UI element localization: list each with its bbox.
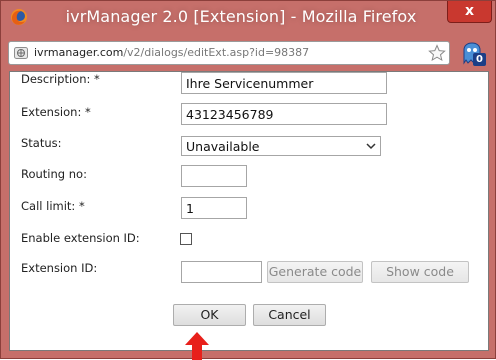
- chevron-down-icon: [366, 143, 376, 150]
- status-label: Status:: [21, 136, 62, 150]
- ok-button[interactable]: OK: [173, 304, 246, 326]
- routing-no-input[interactable]: [181, 165, 247, 187]
- address-bar[interactable]: ivrmanager.com/v2/dialogs/editExt.asp?id…: [8, 41, 450, 65]
- description-input[interactable]: [181, 72, 387, 94]
- extension-required-mark: *: [85, 105, 91, 119]
- url-path: /v2/dialogs/editExt.asp?id=98387: [123, 46, 310, 59]
- status-selected-value: Unavailable: [186, 139, 260, 154]
- call-limit-required-mark: *: [78, 199, 85, 213]
- call-limit-label-text: Call limit:: [21, 199, 76, 213]
- enable-extension-id-checkbox[interactable]: [180, 233, 192, 245]
- extension-id-label: Extension ID:: [21, 261, 98, 275]
- extension-id-input[interactable]: [181, 261, 262, 283]
- url-text: ivrmanager.com/v2/dialogs/editExt.asp?id…: [34, 46, 309, 59]
- description-label: Description: *: [21, 72, 100, 86]
- firefox-logo-icon: [11, 9, 27, 25]
- browser-window: ivrManager 2.0 [Extension] - Mozilla Fir…: [0, 0, 496, 360]
- enable-extension-id-label: Enable extension ID:: [21, 231, 140, 245]
- window-title: ivrManager 2.0 [Extension] - Mozilla Fir…: [65, 7, 417, 26]
- close-icon: x: [464, 3, 475, 19]
- description-label-text: Description:: [21, 72, 91, 86]
- arrow-up-icon: [185, 332, 209, 360]
- extension-label: Extension: *: [21, 105, 91, 119]
- status-select[interactable]: Unavailable: [181, 136, 381, 156]
- cancel-button[interactable]: Cancel: [253, 304, 326, 326]
- call-limit-label: Call limit: *: [21, 199, 85, 213]
- description-required-mark: *: [94, 72, 100, 86]
- show-code-button[interactable]: Show code: [371, 261, 469, 283]
- url-host: ivrmanager.com: [34, 46, 124, 59]
- bookmark-star-icon[interactable]: [428, 44, 446, 62]
- globe-icon: [14, 47, 28, 59]
- routing-no-label: Routing no:: [21, 167, 87, 181]
- call-limit-input[interactable]: [181, 197, 247, 219]
- addon-badge: 0: [473, 53, 486, 66]
- generate-code-button[interactable]: Generate code: [267, 261, 363, 283]
- extension-input[interactable]: [181, 103, 387, 125]
- title-bar[interactable]: ivrManager 2.0 [Extension] - Mozilla Fir…: [1, 1, 495, 33]
- window-close-button[interactable]: x: [447, 1, 492, 23]
- extension-dialog: Description: * Extension: * Status: Unav…: [9, 71, 489, 351]
- extension-label-text: Extension:: [21, 105, 82, 119]
